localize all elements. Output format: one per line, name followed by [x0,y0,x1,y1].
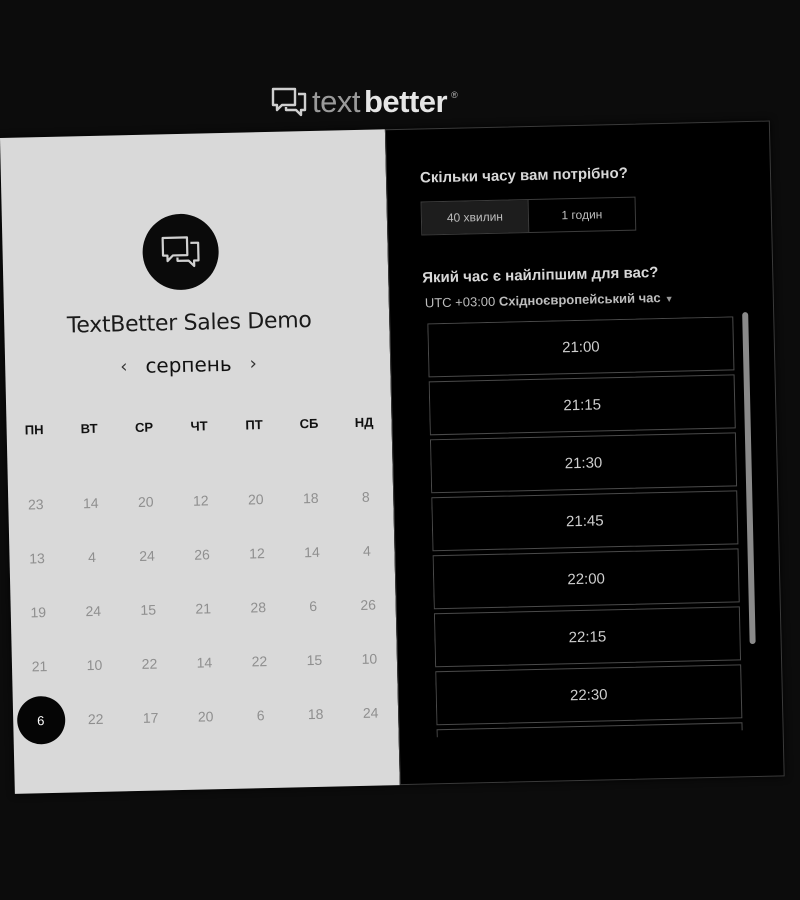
weekday-label: СР [134,419,154,436]
weekday-label: ЧТ [190,418,208,434]
weekday-header: ПН ВТ СР ЧТ ПТ СБ НД [6,414,386,438]
calendar-day[interactable]: 23 [8,477,64,532]
logo-text-bold: better [363,84,448,119]
calendar-day[interactable]: 12 [229,526,285,581]
calendar-day[interactable]: 19 [10,585,66,640]
weekday-label: НД [354,414,374,431]
calendar-day-selected[interactable]: 6 [13,693,69,748]
time-slot[interactable]: 22:15 [433,606,742,668]
calendar-day[interactable]: 10 [341,631,397,686]
time-slot-scrollbar[interactable] [742,312,756,645]
calendar-day[interactable]: 14 [176,635,232,690]
time-slot[interactable]: 21:15 [428,374,736,436]
time-slot[interactable]: 21:30 [429,432,738,494]
calendar-day[interactable]: 14 [63,475,119,530]
calendar-day[interactable]: 22 [121,636,177,691]
weekday-label: ПН [24,422,44,438]
calendar-day[interactable]: 14 [284,524,340,579]
logo-text-light: text [312,84,360,119]
calendar-day[interactable]: 24 [343,685,399,740]
calendar-day[interactable]: 20 [118,474,174,529]
selected-day-label: 6 [16,695,66,745]
time-slot[interactable]: 21:00 [427,316,735,378]
timezone-offset: UTC +03:00 [424,293,496,311]
calendar-day[interactable]: 15 [286,632,342,687]
month-label: серпень [145,351,232,378]
calendar-day[interactable]: 4 [339,523,395,578]
timezone-name: Східноєвропейський час [498,290,661,309]
time-slot-list: 21:00 21:15 21:30 21:45 22:00 22:15 22:3… [427,316,744,738]
calendar-day[interactable]: 22 [68,691,124,746]
calendar-day[interactable]: 26 [174,527,230,582]
weekday-label: ВТ [80,420,98,437]
time-selection-panel: Скільки часу вам потрібно? 40 хвилин 1 г… [384,120,785,786]
calendar-day[interactable]: 15 [120,582,176,637]
calendar-day[interactable]: 17 [123,690,179,745]
chat-bubbles-icon [161,236,200,268]
calendar-day[interactable]: 12 [173,473,229,528]
booking-card: TextBetter Sales Demo ‹ серпень › ПН ВТ … [0,120,785,794]
calendar-day[interactable]: 18 [288,686,344,741]
time-slot[interactable]: 21:45 [431,490,739,552]
calendar-panel: TextBetter Sales Demo ‹ серпень › ПН ВТ … [0,129,400,794]
chat-bubbles-icon [271,87,307,117]
calendar-day[interactable]: 8 [338,469,394,524]
time-slot[interactable] [436,722,744,738]
textbetter-logo: text better ® [270,84,458,120]
time-slot[interactable]: 22:30 [435,664,743,726]
chevron-right-icon[interactable]: › [249,353,257,374]
calendar-day[interactable]: 20 [178,689,234,744]
logo-registered-mark: ® [451,90,458,100]
duration-option-60[interactable]: 1 годин [527,197,636,233]
month-navigation: ‹ серпень › [120,351,257,378]
time-question: Який час є найліпшим для вас? [422,264,659,287]
duration-question: Скільки часу вам потрібно? [419,164,629,187]
weekday-label: СБ [299,415,319,432]
calendar-day[interactable]: 20 [228,472,284,527]
calendar-day[interactable]: 6 [233,688,289,743]
event-title: TextBetter Sales Demo [66,307,312,339]
chevron-left-icon[interactable]: ‹ [120,356,128,377]
calendar-day[interactable]: 4 [64,529,120,584]
weekday-label: ПТ [245,417,263,433]
duration-selector: 40 хвилин 1 годин [420,196,637,236]
calendar-day[interactable]: 6 [285,578,341,633]
organizer-avatar [141,213,220,291]
calendar-day[interactable]: 28 [230,580,286,635]
calendar-day[interactable]: 24 [65,583,121,638]
day-grid: 23 14 20 12 20 18 8 13 4 24 26 12 14 4 19 24 15 21 28 6 26 21… [8,469,394,748]
calendar-day[interactable]: 21 [175,581,231,636]
calendar-day[interactable]: 22 [231,634,287,689]
calendar-day[interactable]: 26 [340,577,396,632]
calendar-day[interactable]: 13 [9,531,65,586]
calendar-day[interactable]: 24 [119,528,175,583]
duration-option-40[interactable]: 40 хвилин [421,200,529,235]
calendar-day[interactable]: 10 [66,637,122,692]
caret-down-icon: ▼ [664,293,674,304]
calendar-day[interactable]: 21 [11,639,67,694]
time-slot[interactable]: 22:00 [432,548,740,610]
timezone-dropdown[interactable]: UTC +03:00 Східноєвропейський час ▼ [424,290,674,311]
calendar-day[interactable]: 18 [283,470,339,525]
